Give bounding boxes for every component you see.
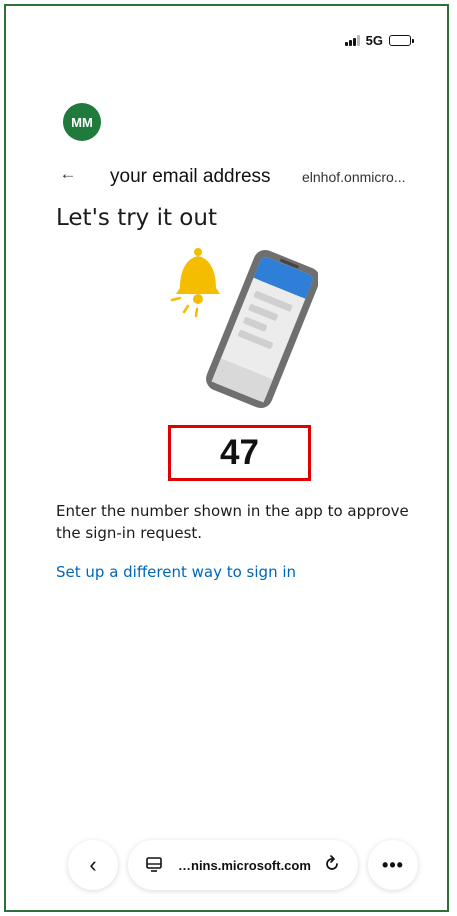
back-arrow-icon[interactable]: ← xyxy=(58,164,78,184)
bell-icon xyxy=(170,248,220,318)
battery-icon xyxy=(389,35,414,46)
avatar: MM xyxy=(63,103,101,141)
status-bar: 5G xyxy=(344,33,414,48)
alternate-signin-link[interactable]: Set up a different way to sign in xyxy=(56,563,296,581)
chevron-left-icon: ‹ xyxy=(89,852,97,877)
verification-number-box: 47 xyxy=(168,425,311,481)
browser-back-button[interactable]: ‹ xyxy=(68,840,118,890)
site-settings-icon[interactable] xyxy=(144,855,164,875)
more-dots-icon: ••• xyxy=(382,854,404,875)
network-label: 5G xyxy=(365,33,383,48)
account-domain: elnhof.onmicro... xyxy=(302,169,406,185)
signal-bars-icon xyxy=(344,35,360,46)
reload-icon[interactable] xyxy=(322,854,342,874)
url-text: …nins.microsoft.com xyxy=(178,857,311,873)
phone-notification-illustration xyxy=(170,248,318,409)
address-bar[interactable]: …nins.microsoft.com xyxy=(128,840,358,890)
verification-number: 47 xyxy=(220,433,259,472)
phone-graphic xyxy=(206,249,318,409)
page-title: Let's try it out xyxy=(56,205,217,231)
phone-screen: 5G MM ← your email address elnhof.onmicr… xyxy=(4,4,449,912)
email-label: your email address xyxy=(110,166,271,187)
more-options-button[interactable]: ••• xyxy=(368,840,418,890)
instructions-text: Enter the number shown in the app to app… xyxy=(56,502,409,542)
